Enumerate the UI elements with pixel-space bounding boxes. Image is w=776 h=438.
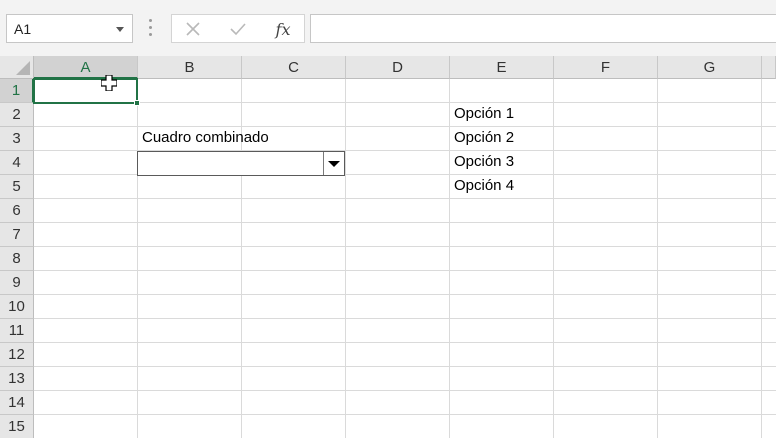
row-header-12[interactable]: 12 — [0, 343, 34, 367]
gridline-horizontal — [34, 294, 776, 295]
column-header-b[interactable]: B — [138, 56, 242, 79]
cell-select-cursor-icon — [101, 75, 117, 91]
cell-e3[interactable]: Opción 2 — [454, 126, 514, 150]
row-header-14[interactable]: 14 — [0, 391, 34, 415]
gridline-horizontal — [34, 390, 776, 391]
column-header-a[interactable]: A — [34, 56, 138, 79]
row-header-4[interactable]: 4 — [0, 151, 34, 175]
row-header-15[interactable]: 15 — [0, 415, 34, 438]
row-header-7[interactable]: 7 — [0, 223, 34, 247]
combo-box-dropdown-button[interactable] — [323, 152, 344, 175]
column-header-d[interactable]: D — [346, 56, 450, 79]
cancel-button[interactable] — [178, 18, 208, 40]
column-header-f[interactable]: F — [554, 56, 658, 79]
cell-e4[interactable]: Opción 3 — [454, 150, 514, 174]
gridline-vertical — [345, 79, 346, 438]
column-header-c[interactable]: C — [242, 56, 346, 79]
gridline-horizontal — [34, 414, 776, 415]
row-header-10[interactable]: 10 — [0, 295, 34, 319]
gridline-horizontal — [34, 342, 776, 343]
name-box[interactable]: A1 — [6, 14, 133, 43]
gridline-horizontal — [34, 318, 776, 319]
grip-icon — [149, 19, 152, 37]
gridline-horizontal — [34, 198, 776, 199]
fill-handle[interactable] — [134, 100, 140, 106]
cell-b3[interactable]: Cuadro combinado — [142, 126, 269, 150]
column-header-g[interactable]: G — [658, 56, 762, 79]
fx-icon: fx — [275, 19, 291, 39]
gridline-horizontal — [34, 366, 776, 367]
gridline-horizontal — [34, 102, 776, 103]
combo-box[interactable] — [137, 151, 345, 176]
caret-down-icon — [328, 161, 340, 167]
row-header-2[interactable]: 2 — [0, 103, 34, 127]
row-header-5[interactable]: 5 — [0, 175, 34, 199]
gridline-vertical — [449, 79, 450, 438]
cell-e2[interactable]: Opción 1 — [454, 102, 514, 126]
row-header-11[interactable]: 11 — [0, 319, 34, 343]
column-header-next[interactable] — [762, 56, 776, 79]
gridline-vertical — [761, 79, 762, 438]
select-all-icon — [16, 61, 30, 75]
gridline-horizontal — [34, 246, 776, 247]
row-header-8[interactable]: 8 — [0, 247, 34, 271]
row-header-3[interactable]: 3 — [0, 127, 34, 151]
row-header-9[interactable]: 9 — [0, 271, 34, 295]
row-header-1[interactable]: 1 — [0, 79, 34, 103]
column-header-e[interactable]: E — [450, 56, 554, 79]
name-box-value[interactable]: A1 — [14, 21, 31, 37]
check-icon — [230, 23, 246, 36]
gridline-horizontal — [34, 270, 776, 271]
gridline-vertical — [657, 79, 658, 438]
gridline-horizontal — [34, 222, 776, 223]
select-all-button[interactable] — [0, 56, 34, 79]
formula-buttons: fx — [171, 14, 305, 43]
active-cell-border — [33, 78, 138, 104]
insert-function-button[interactable]: fx — [268, 18, 298, 40]
formula-bar: A1 fx — [0, 0, 776, 56]
close-icon — [186, 22, 200, 36]
enter-button[interactable] — [223, 18, 253, 40]
formula-input[interactable] — [310, 14, 776, 43]
chevron-down-icon[interactable] — [116, 27, 124, 32]
gridline-vertical — [553, 79, 554, 438]
cell-e5[interactable]: Opción 4 — [454, 174, 514, 198]
row-header-13[interactable]: 13 — [0, 367, 34, 391]
spreadsheet-grid: ABCDEFG 1 2 3 4 5 6 7 8 9 10 11 12 13 14 15 Cuadro com… — [0, 56, 776, 438]
row-header-6[interactable]: 6 — [0, 199, 34, 223]
gridline-vertical — [137, 79, 138, 438]
